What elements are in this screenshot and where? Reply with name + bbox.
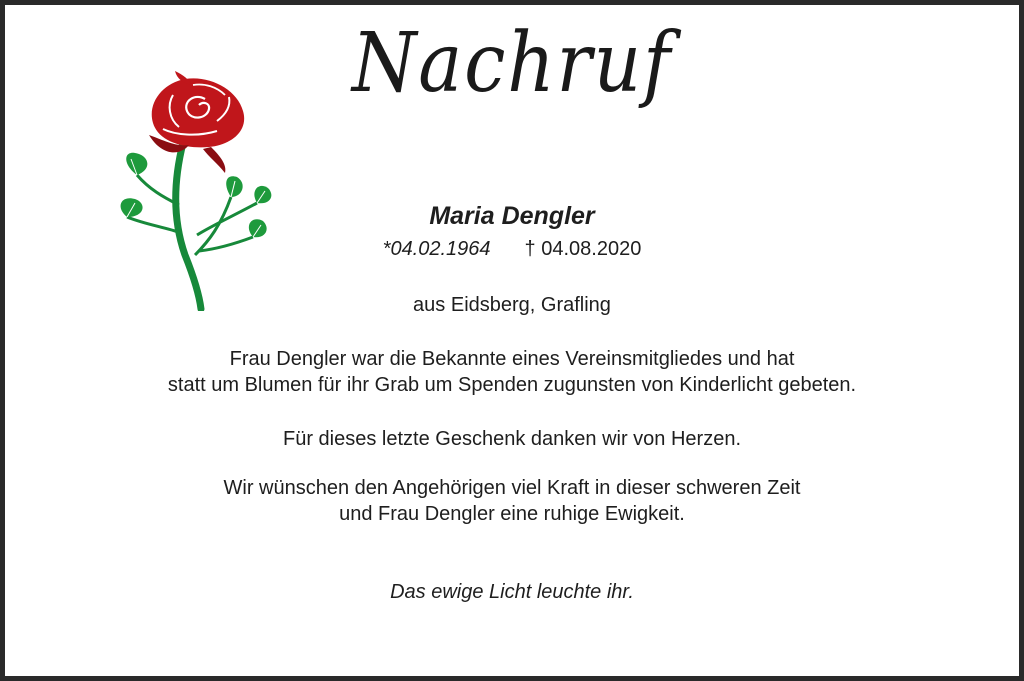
death-date: † 04.08.2020 bbox=[524, 238, 642, 260]
obituary-card: Nachruf Maria Dengler *04.02.1964 † 04.0… bbox=[0, 0, 1024, 681]
deceased-name: Maria Dengler bbox=[429, 202, 595, 230]
message-line-2: statt um Blumen für ihr Grab um Spenden … bbox=[167, 374, 857, 396]
wishes-line-2: und Frau Dengler eine ruhige Ewigkeit. bbox=[339, 503, 685, 525]
message-line-1: Frau Dengler war die Bekannte eines Vere… bbox=[229, 348, 795, 370]
wishes-line-1: Wir wünschen den Angehörigen viel Kraft … bbox=[223, 477, 801, 499]
closing-text: Das ewige Licht leuchte ihr. bbox=[390, 581, 634, 603]
life-dates: *04.02.1964 † 04.08.2020 bbox=[5, 238, 1019, 261]
rose-icon bbox=[120, 71, 272, 311]
origin-text: aus Eidsberg, Grafling bbox=[413, 294, 611, 316]
birth-date: *04.02.1964 bbox=[382, 238, 491, 260]
thanks-text: Für dieses letzte Geschenk danken wir vo… bbox=[283, 428, 741, 450]
